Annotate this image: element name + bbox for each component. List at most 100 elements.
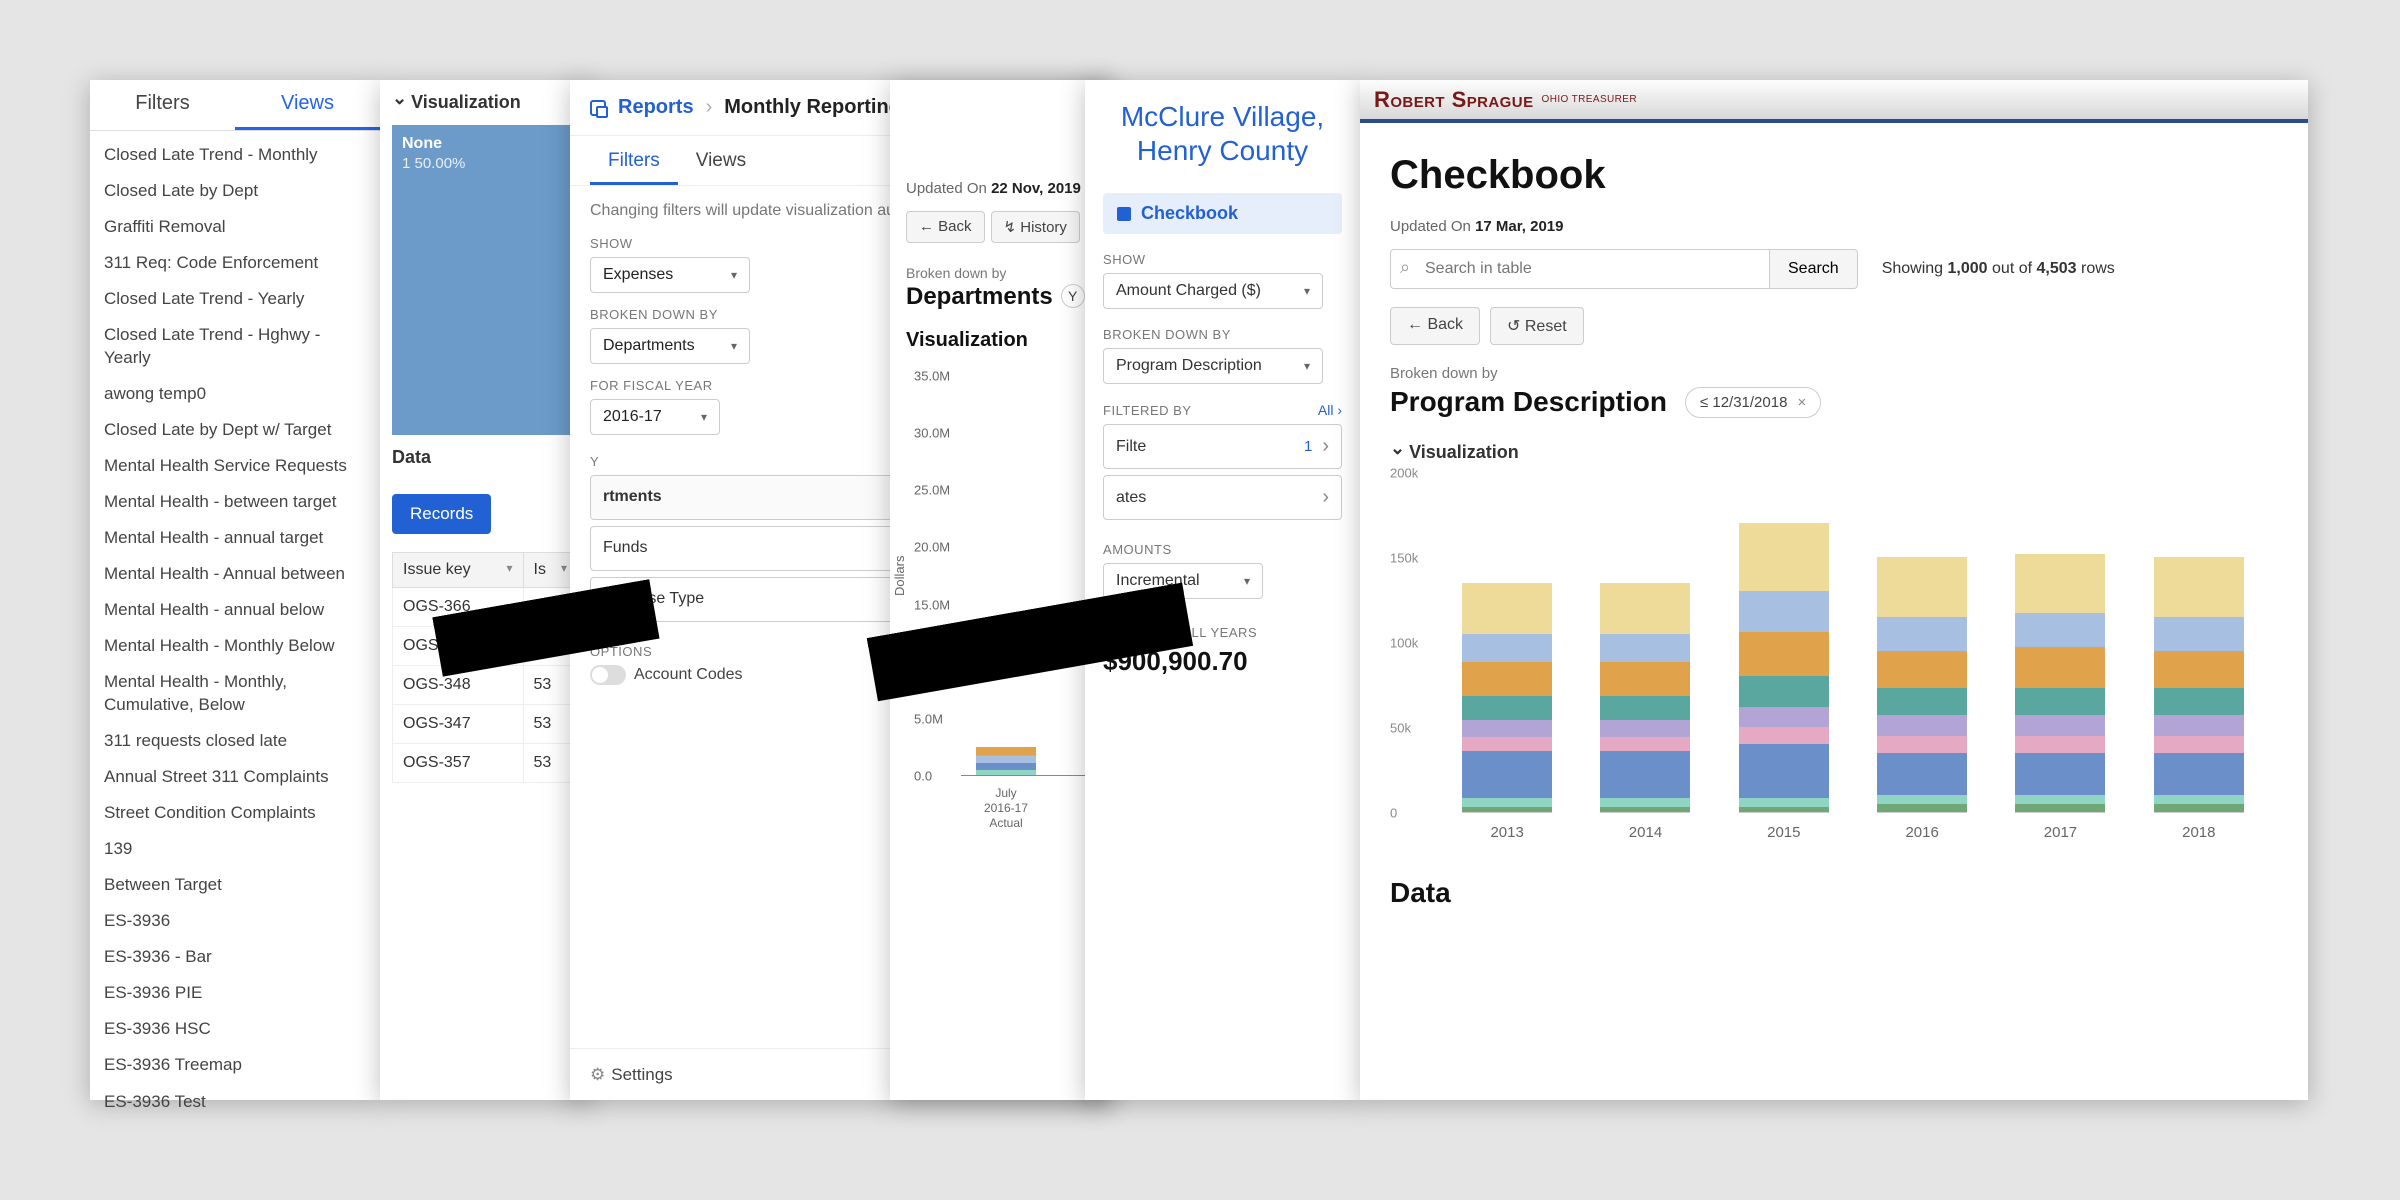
table-row[interactable]: OGS-34753 <box>393 705 578 744</box>
chevron-down-icon: ▾ <box>731 339 737 353</box>
reports-icon <box>590 100 606 116</box>
filtered-by-row[interactable]: Filte1 <box>1103 424 1342 469</box>
view-item[interactable]: Mental Health - annual below <box>90 592 380 628</box>
back-button[interactable]: ← Back <box>1390 307 1480 345</box>
chevron-down-icon: ▾ <box>1304 359 1310 373</box>
table-cell: OGS-357 <box>393 744 524 783</box>
y-tick: 15.0M <box>914 597 950 612</box>
chart-segment <box>1739 632 1829 676</box>
chart-segment <box>1600 662 1690 696</box>
updated-on: Updated On 22 Nov, 2019 <box>906 180 1094 197</box>
chart-segment <box>2154 753 2244 796</box>
broken-down-by-label: Broken down by <box>906 265 1094 281</box>
view-item[interactable]: Mental Health - annual target <box>90 520 380 556</box>
checkbook-chip[interactable]: Checkbook <box>1103 193 1342 234</box>
chevron-down-icon: ▾ <box>731 268 737 282</box>
view-item[interactable]: Street Condition Complaints <box>90 795 380 831</box>
chart-segment <box>1739 676 1829 707</box>
view-item[interactable]: awong temp0 <box>90 376 380 412</box>
view-item[interactable]: Mental Health - Annual between <box>90 556 380 592</box>
reset-button[interactable]: ↺ Reset <box>1490 307 1584 345</box>
program-chart: 200k150k100k50k0 20132014201520162017201… <box>1390 473 2278 853</box>
tab-filters[interactable]: Filters <box>90 80 235 130</box>
view-item[interactable]: ES-3936 PIE <box>90 975 380 1011</box>
label-filtered-by: Y <box>590 454 599 469</box>
view-item[interactable]: Mental Health - Monthly Below <box>90 628 380 664</box>
view-item[interactable]: Graffiti Removal <box>90 209 380 245</box>
view-item[interactable]: Closed Late Trend - Monthly <box>90 137 380 173</box>
label-filtered-by: FILTERED BY <box>1103 403 1192 418</box>
viz-data-column: Visualization None 1 50.00% Data Records… <box>380 80 590 1100</box>
chart-segment <box>1739 727 1829 744</box>
history-button[interactable]: ↯ History <box>991 211 1080 243</box>
show-dropdown[interactable]: Amount Charged ($)▾ <box>1103 273 1323 309</box>
y-tick: 150k <box>1390 551 1418 566</box>
tab-views[interactable]: Views <box>678 136 764 185</box>
label-broken-down-by: BROKEN DOWN BY <box>1103 327 1342 342</box>
view-item[interactable]: Closed Late Trend - Yearly <box>90 281 380 317</box>
broken-down-by-dropdown[interactable]: Departments▾ <box>590 328 750 364</box>
departments-viz-column: Updated On 22 Nov, 2019 ← Back ↯ History… <box>890 80 1110 1100</box>
chart-segment <box>2015 613 2105 647</box>
x-category: 2014 <box>1629 824 1662 841</box>
visualization-header[interactable]: Visualization <box>1390 442 2278 463</box>
view-item[interactable]: 311 requests closed late <box>90 723 380 759</box>
view-item[interactable]: ES-3936 - Bar <box>90 939 380 975</box>
chart-segment <box>1462 583 1552 634</box>
table-row[interactable]: OGS-34853 <box>393 666 578 705</box>
chart-segment <box>1739 807 1829 812</box>
view-item[interactable]: Closed Late by Dept w/ Target <box>90 412 380 448</box>
breakdown-toggle[interactable]: Y <box>1061 284 1085 308</box>
column-header[interactable]: Issue key ▾ <box>393 553 524 588</box>
y-tick: 50k <box>1390 721 1411 736</box>
view-item[interactable]: ES-3936 HSC <box>90 1011 380 1047</box>
view-item[interactable]: Closed Late Trend - Hghwy - Yearly <box>90 317 380 375</box>
view-item[interactable]: Annual Street 311 Complaints <box>90 759 380 795</box>
records-button[interactable]: Records <box>392 494 491 534</box>
tab-filters[interactable]: Filters <box>590 136 678 185</box>
view-item[interactable]: ES-3936 <box>90 903 380 939</box>
filtered-by-row[interactable]: ates <box>1103 475 1342 520</box>
all-link[interactable]: All › <box>1318 402 1342 418</box>
y-tick: 30.0M <box>914 426 950 441</box>
view-item[interactable]: Between Target <box>90 867 380 903</box>
fiscal-year-dropdown[interactable]: 2016-17▾ <box>590 399 720 435</box>
view-item[interactable]: 311 Req: Code Enforcement <box>90 245 380 281</box>
view-item[interactable]: ES-3936 Test <box>90 1084 380 1120</box>
back-button[interactable]: ← Back <box>906 211 985 243</box>
chart-segment <box>2015 647 2105 688</box>
y-axis-label: Dollars <box>892 556 907 596</box>
view-item[interactable]: 139 <box>90 831 380 867</box>
tab-views[interactable]: Views <box>235 80 380 130</box>
broken-down-by-dropdown[interactable]: Program Description▾ <box>1103 348 1323 384</box>
chart-segment <box>1600 807 1690 812</box>
chart-segment <box>1739 591 1829 632</box>
table-row[interactable]: OGS-35753 <box>393 744 578 783</box>
view-item[interactable]: Closed Late by Dept <box>90 173 380 209</box>
toggle-icon[interactable] <box>590 665 626 685</box>
chevron-down-icon: ▾ <box>701 410 707 424</box>
search-button[interactable]: Search <box>1770 249 1858 289</box>
chart-bar <box>2015 554 2105 813</box>
chart-segment <box>1462 720 1552 737</box>
page-title: Checkbook <box>1390 153 2278 198</box>
y-tick: 200k <box>1390 466 1418 481</box>
brand-header: Robert Sprague OHIO TREASURER <box>1360 80 2308 120</box>
chart-segment <box>2015 753 2105 796</box>
view-item[interactable]: Mental Health - between target <box>90 484 380 520</box>
show-dropdown[interactable]: Expenses▾ <box>590 257 750 293</box>
breadcrumb-reports[interactable]: Reports <box>618 96 694 119</box>
chevron-right-icon <box>1322 486 1329 509</box>
view-item[interactable]: Mental Health Service Requests <box>90 448 380 484</box>
chart-segment <box>1739 523 1829 591</box>
filter-pill[interactable]: ≤ 12/31/2018 × <box>1685 387 1821 418</box>
chart-segment <box>2154 736 2244 753</box>
chart-segment <box>1600 696 1690 720</box>
search-input[interactable] <box>1390 249 1770 289</box>
view-item[interactable]: Mental Health - Monthly, Cumulative, Bel… <box>90 664 380 722</box>
x-category: 2016-17 <box>956 801 1056 815</box>
visualization-header[interactable]: Visualization <box>392 92 578 113</box>
view-item[interactable]: ES-3936 Treemap <box>90 1047 380 1083</box>
views-sidebar: Filters Views Closed Late Trend - Monthl… <box>90 80 380 1100</box>
close-icon[interactable]: × <box>1797 394 1806 411</box>
